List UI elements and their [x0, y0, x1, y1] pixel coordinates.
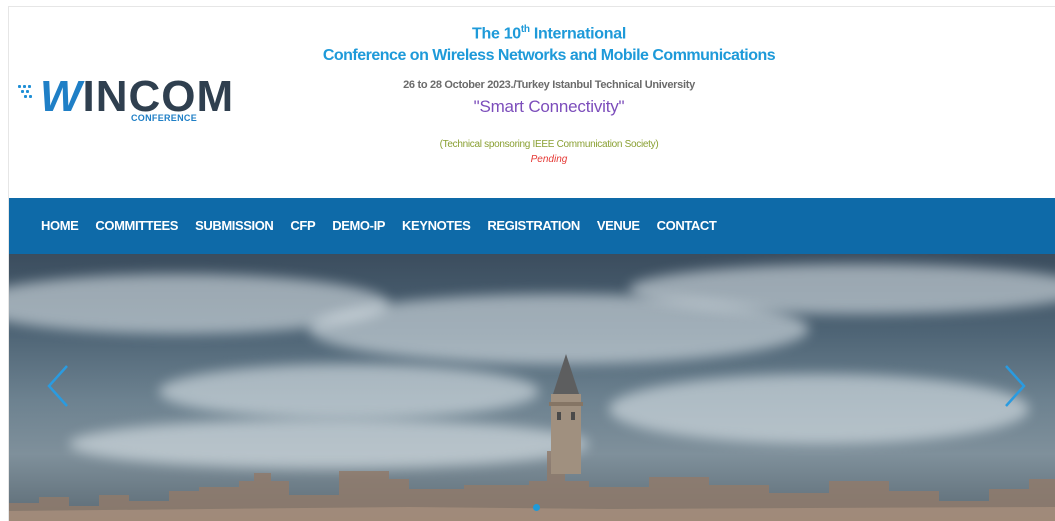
main-nav: HOME COMMITTEES SUBMISSION CFP DEMO-IP K… — [9, 198, 1055, 254]
sponsoring-status: Pending — [530, 154, 568, 165]
chevron-right-icon — [1005, 365, 1026, 407]
galata-tower — [549, 354, 583, 474]
logo-subtitle: CONFERENCE — [131, 113, 198, 123]
hero-slider — [9, 254, 1055, 521]
nav-cfp[interactable]: CFP — [290, 218, 315, 233]
conference-theme: "Smart Connectivity" — [473, 97, 625, 116]
slider-dot-active[interactable] — [533, 504, 540, 511]
nav-committees[interactable]: COMMITTEES — [95, 218, 178, 233]
site-header: WINCOM CONFERENCE The 10th International… — [9, 7, 1055, 198]
cloud — [609, 374, 1029, 444]
nav-contact[interactable]: CONTACT — [657, 218, 717, 233]
chevron-left-icon — [47, 365, 68, 407]
nav-keynotes[interactable]: KEYNOTES — [402, 218, 471, 233]
nav-submission[interactable]: SUBMISSION — [195, 218, 274, 233]
conference-edition: The 10th International — [472, 24, 626, 43]
conference-title: Conference on Wireless Networks and Mobi… — [322, 47, 776, 64]
conference-date-location: 26 to 28 October 2023./Turkey Istanbul T… — [403, 79, 695, 91]
cloud — [159, 364, 539, 419]
nav-demo-ip[interactable]: DEMO-IP — [332, 218, 385, 233]
slider-next-button[interactable] — [1004, 364, 1026, 408]
wincom-logo[interactable]: WINCOM CONFERENCE — [18, 73, 233, 129]
sponsoring-note: (Technical sponsoring IEEE Communication… — [439, 139, 659, 150]
nav-home[interactable]: HOME — [41, 218, 79, 233]
nav-registration[interactable]: REGISTRATION — [487, 218, 580, 233]
nav-venue[interactable]: VENUE — [597, 218, 640, 233]
istanbul-skyline — [9, 451, 1055, 521]
page-frame: WINCOM CONFERENCE The 10th International… — [8, 6, 1055, 521]
slider-prev-button[interactable] — [47, 364, 69, 408]
